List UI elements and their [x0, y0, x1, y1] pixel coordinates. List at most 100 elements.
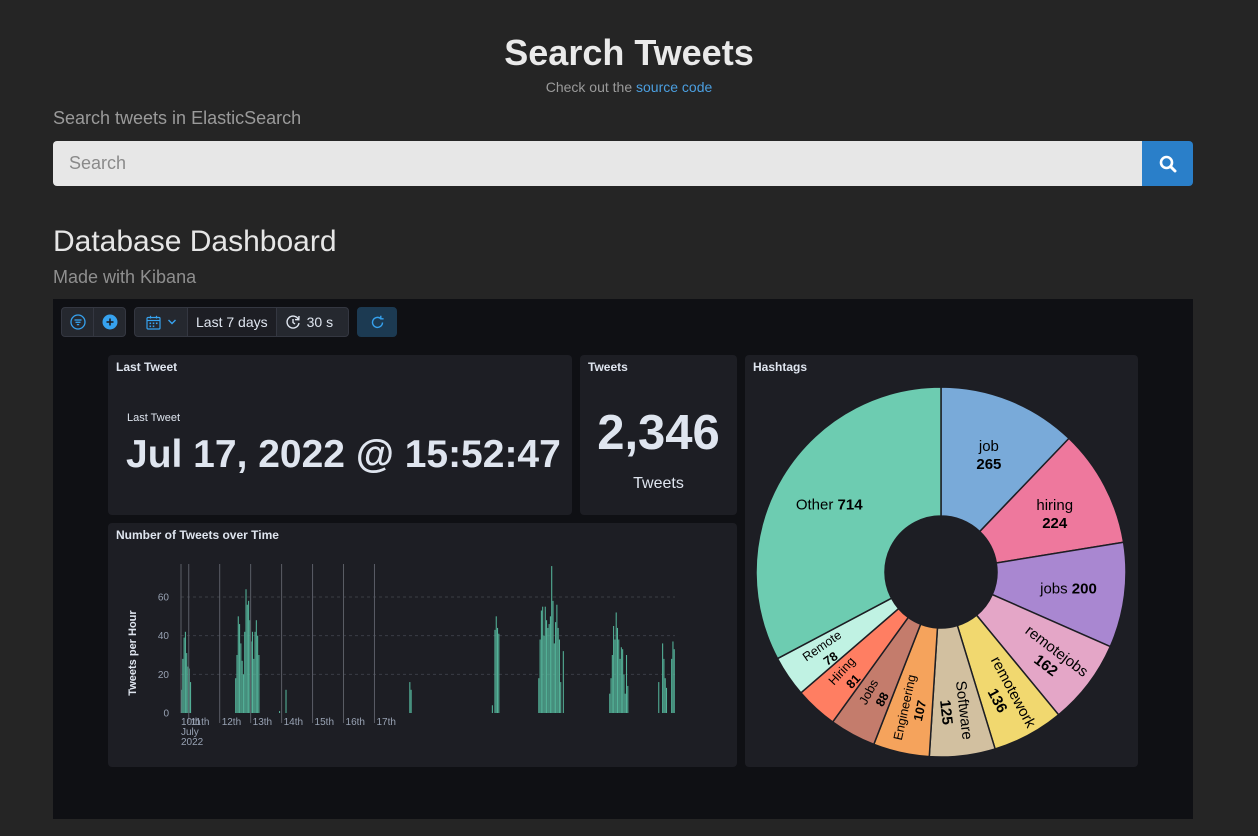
- histogram-bar: [616, 627, 619, 713]
- date-picker: Last 7 days 30 s: [134, 307, 349, 337]
- histogram-bar: [237, 616, 239, 713]
- histogram-bar: [257, 635, 259, 713]
- metric-label: Tweets: [633, 475, 684, 492]
- x-tick-label: 2022: [181, 737, 204, 748]
- histogram-bar: [615, 612, 617, 713]
- panel-title: Last Tweet: [116, 360, 178, 374]
- tweets-over-time-panel: Number of Tweets over Time 0 20 40 60 10th Ju…: [108, 523, 737, 767]
- histogram-bar: [245, 589, 247, 713]
- histogram-bar: [627, 685, 629, 713]
- histogram-bar: [613, 626, 615, 713]
- histogram-bar: [538, 678, 540, 713]
- pie-slice[interactable]: [755, 386, 942, 660]
- x-tick-label: 13th: [253, 717, 272, 728]
- histogram-bar: [495, 616, 497, 713]
- time-range-display[interactable]: Last 7 days: [187, 308, 277, 336]
- histogram-bar: [658, 682, 660, 713]
- histogram-bar: [664, 678, 666, 713]
- refresh-interval-button[interactable]: 30 s: [277, 314, 341, 330]
- refresh-icon: [371, 315, 384, 328]
- source-code-link[interactable]: source code: [636, 79, 712, 95]
- histogram-bar: [622, 649, 624, 713]
- histogram-bar: [240, 643, 242, 713]
- histogram-bar: [551, 566, 553, 713]
- x-tick-label: 12th: [222, 717, 241, 728]
- histogram-bar: [547, 627, 549, 713]
- histogram-bar: [410, 689, 412, 713]
- histogram-bar: [183, 637, 185, 713]
- y-tick-label: 0: [163, 709, 169, 720]
- slice-label: jobs 200: [1039, 580, 1097, 597]
- histogram-bar: [409, 682, 411, 713]
- histogram-bar: [553, 643, 555, 713]
- histogram-bar: [254, 631, 256, 713]
- metric-value: Jul 17, 2022 @ 15:52:47: [126, 433, 561, 476]
- histogram-bar: [618, 639, 620, 713]
- histogram-bar: [557, 627, 559, 713]
- search-label: Search tweets in ElasticSearch: [53, 108, 302, 128]
- update-button[interactable]: [357, 307, 397, 337]
- histogram-bar: [244, 631, 246, 713]
- hashtags-panel: Hashtags job 265 hiring 224 jobs 200 remotejo…: [745, 355, 1138, 767]
- histogram-bar: [555, 622, 557, 713]
- panel-title: Tweets: [588, 360, 628, 374]
- last-tweet-panel: Last Tweet Last Tweet Jul 17, 2022 @ 15:…: [108, 355, 572, 515]
- y-tick-label: 60: [158, 593, 170, 604]
- histogram-bar: [665, 687, 668, 713]
- filter-icon: [69, 314, 86, 330]
- slice-label-value: 265: [976, 456, 1001, 473]
- slice-label-value: 224: [1042, 515, 1068, 532]
- plus-circle-icon: [102, 314, 117, 330]
- subtitle-text: Check out the: [545, 79, 633, 95]
- histogram-bar: [562, 651, 564, 713]
- dashboard-title: Database Dashboard: [53, 225, 337, 258]
- refresh-interval-value: 30 s: [306, 314, 334, 330]
- histogram-bar: [625, 655, 628, 713]
- histogram-bar: [544, 606, 546, 713]
- histogram-bar: [671, 658, 673, 713]
- page-title: Search Tweets: [504, 32, 754, 73]
- histogram-bar: [258, 655, 260, 713]
- histogram-bar: [549, 616, 551, 713]
- histogram-bar: [236, 655, 238, 713]
- histogram-bar: [242, 674, 244, 713]
- filter-button[interactable]: [62, 308, 93, 336]
- x-tick-label: 17th: [376, 717, 395, 728]
- x-tick-label: 11th: [191, 717, 210, 728]
- histogram-bar: [673, 649, 675, 713]
- histogram-bar: [611, 655, 613, 713]
- histogram-bar: [182, 658, 184, 713]
- search-input[interactable]: [53, 141, 1142, 186]
- refresh-interval-icon: [285, 315, 300, 329]
- histogram-bar: [610, 678, 612, 713]
- slice-label: job265: [976, 438, 1001, 473]
- quick-select-button[interactable]: [135, 308, 187, 336]
- search-button[interactable]: [1142, 141, 1193, 186]
- histogram-bar: [498, 633, 500, 713]
- histogram-bar: [556, 604, 558, 713]
- slice-label: Other 714: [796, 497, 863, 514]
- add-filter-button[interactable]: [93, 308, 125, 336]
- histogram-bar: [662, 643, 664, 713]
- histogram-bar: [248, 600, 250, 713]
- y-axis-label: Tweets per Hour: [127, 610, 139, 696]
- histogram-bar: [552, 600, 554, 713]
- y-tick-label: 40: [158, 631, 170, 642]
- histogram-bar: [255, 620, 257, 713]
- metric-label: Last Tweet: [127, 412, 180, 424]
- metric-value: 2,346: [597, 406, 720, 460]
- x-tick-label: 16th: [346, 717, 365, 728]
- x-tick-label: 14th: [284, 717, 303, 728]
- y-tick-label: 20: [158, 670, 170, 681]
- histogram-bar: [279, 711, 281, 713]
- histogram-bar: [558, 639, 560, 713]
- histogram-bar: [542, 606, 544, 713]
- histogram-bar: [494, 629, 496, 713]
- tweets-histogram: 020406010thJuly202211th 12th 13th 14th 15th 1…: [127, 564, 675, 748]
- histogram-bar: [672, 641, 674, 713]
- histogram-bar: [251, 631, 253, 713]
- slice-label-name: job: [978, 438, 999, 455]
- histogram-bar: [609, 693, 611, 713]
- histogram-bar: [624, 693, 626, 713]
- histogram-bar: [491, 705, 493, 713]
